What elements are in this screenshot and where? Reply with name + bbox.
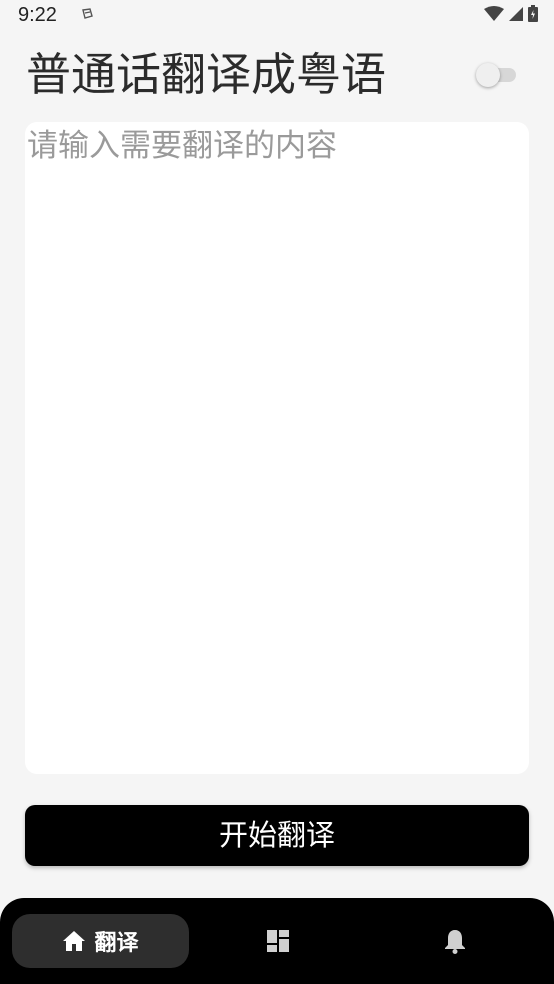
bottom-nav: 翻译 (0, 898, 554, 984)
nav-label-translate: 翻译 (94, 931, 139, 956)
status-icons (484, 5, 538, 22)
notification-app-icon (80, 7, 94, 21)
app-header: 普通话翻译成粤语 (26, 46, 526, 104)
nav-item-translate[interactable]: 翻译 (12, 914, 189, 968)
toggle-thumb (476, 63, 500, 87)
signal-icon (508, 6, 524, 22)
translate-input[interactable] (25, 122, 529, 774)
status-time: 9:22 (18, 4, 57, 26)
input-card (25, 122, 529, 774)
dashboard-icon (266, 929, 290, 953)
page-title: 普通话翻译成粤语 (26, 48, 387, 101)
status-bar: 9:22 (0, 0, 554, 32)
start-translate-button[interactable]: 开始翻译 (25, 805, 529, 866)
battery-icon (528, 5, 538, 22)
wifi-icon (484, 5, 504, 22)
mode-toggle[interactable] (476, 61, 516, 87)
nav-item-dashboard[interactable] (189, 914, 366, 968)
nav-item-notifications[interactable] (366, 914, 543, 968)
home-icon (62, 930, 86, 952)
bell-icon (444, 928, 466, 954)
